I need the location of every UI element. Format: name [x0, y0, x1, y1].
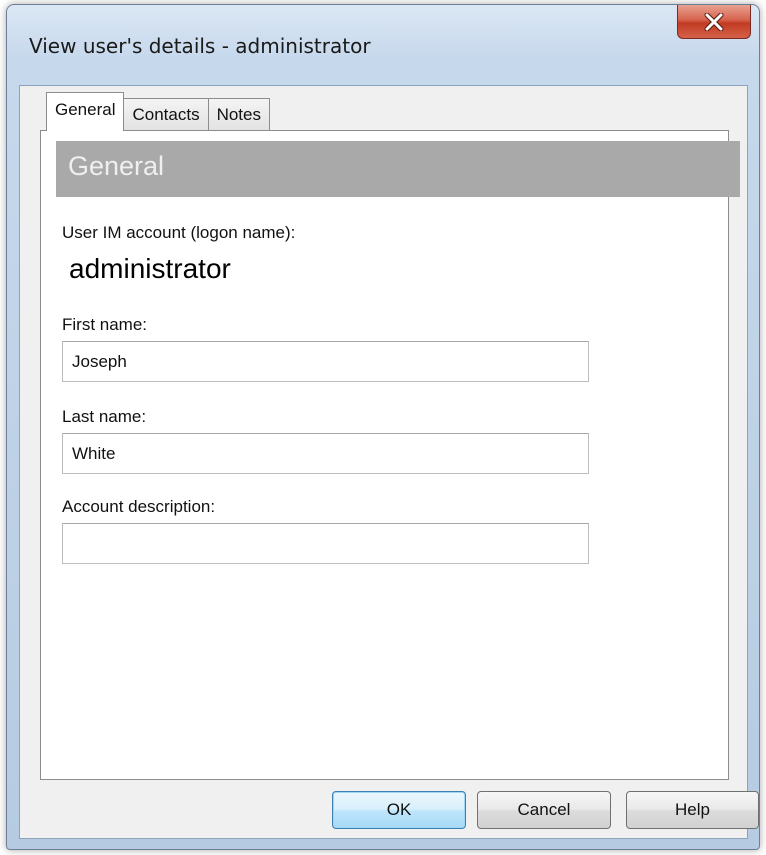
general-tab-panel: General User IM account (logon name): ad… [40, 130, 740, 780]
close-button[interactable] [677, 5, 751, 39]
help-button[interactable]: Help [626, 791, 759, 829]
first-name-field[interactable] [62, 341, 589, 382]
section-title: General [68, 151, 165, 181]
dialog-window: View user's details - administrator Gene… [6, 4, 760, 850]
tab-contacts[interactable]: Contacts [123, 98, 209, 131]
description-label: Account description: [62, 497, 216, 516]
window-title: View user's details - administrator [29, 34, 371, 58]
tab-notes[interactable]: Notes [207, 98, 270, 131]
first-name-label: First name: [62, 315, 148, 334]
tab-strip: General Contacts Notes [46, 91, 270, 131]
account-label: User IM account (logon name): [62, 223, 296, 242]
account-description-field[interactable] [62, 523, 589, 564]
dialog-client-area: General Contacts Notes General User IM a… [19, 85, 759, 839]
close-icon [704, 12, 724, 31]
section-header: General [56, 141, 740, 197]
account-value: administrator [69, 253, 231, 284]
title-bar[interactable]: View user's details - administrator [7, 5, 759, 85]
last-name-label: Last name: [62, 407, 147, 426]
ok-button[interactable]: OK [332, 791, 466, 829]
last-name-field[interactable] [62, 433, 589, 474]
tab-general[interactable]: General [46, 92, 125, 131]
cancel-button[interactable]: Cancel [477, 791, 611, 829]
